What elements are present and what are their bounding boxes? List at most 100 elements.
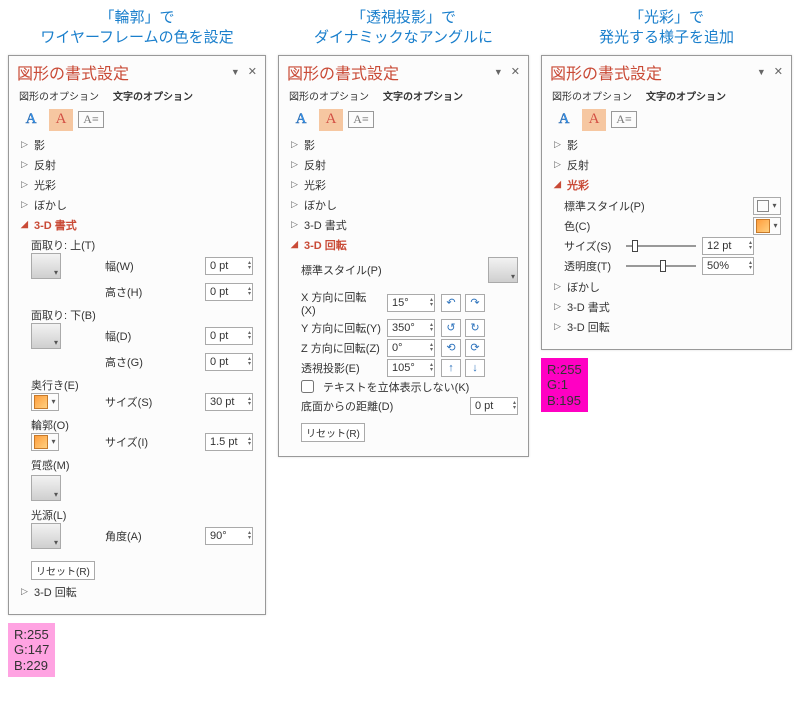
panel-close-icon[interactable]: ✕	[248, 65, 257, 78]
glow-size-slider[interactable]	[626, 239, 696, 253]
panel-title: 図形の書式設定	[17, 60, 129, 84]
panel-menu-icon[interactable]: ▼	[231, 67, 240, 77]
section-reflection[interactable]: ▷反射	[21, 157, 255, 173]
panel-menu-icon[interactable]: ▼	[757, 67, 766, 77]
perspective-label: 透視投影(E)	[301, 360, 381, 376]
width-d-label: 幅(D)	[105, 328, 155, 344]
section-glow[interactable]: ▷光彩	[291, 177, 518, 193]
rot-x-right-icon[interactable]: ↷	[465, 294, 485, 312]
perspective-value[interactable]: 105°▴▾	[387, 359, 435, 377]
section-glow[interactable]: ▷光彩	[21, 177, 255, 193]
distance-label: 底面からの距離(D)	[301, 398, 393, 414]
section-3d-format-collapsed[interactable]: ▷3-D 書式	[554, 299, 781, 315]
reset-button[interactable]: リセット(R)	[301, 423, 365, 442]
outline-size[interactable]: 1.5 pt▴▾	[205, 433, 253, 451]
bevel-top-width[interactable]: 0 pt▴▾	[205, 257, 253, 275]
tab-shape-options[interactable]: 図形のオプション	[19, 88, 99, 103]
bevel-bottom-width[interactable]: 0 pt▴▾	[205, 327, 253, 345]
glow-transparency-value[interactable]: 50%▴▾	[702, 257, 754, 275]
preset-style-swatch[interactable]	[488, 257, 518, 283]
reset-button[interactable]: リセット(R)	[31, 561, 95, 580]
panel-close-icon[interactable]: ✕	[511, 65, 520, 78]
section-shadow[interactable]: ▷影	[21, 137, 255, 153]
tab-text-options[interactable]: 文字のオプション	[113, 88, 193, 103]
keep-text-flat-label[interactable]: テキストを立体表示しない(K)	[323, 379, 469, 395]
material-swatch[interactable]	[31, 475, 61, 501]
bevel-top-label: 面取り: 上(T)	[31, 237, 95, 253]
section-blur[interactable]: ▷ぼかし	[21, 197, 255, 213]
glow-pre-label: 標準スタイル(P)	[564, 198, 645, 214]
rot-z-cw-icon[interactable]: ⟲	[441, 339, 461, 357]
format-panel-3drotation: 図形の書式設定 ▼ ✕ 図形のオプション 文字のオプション A A A≡ ▷影 …	[278, 55, 529, 457]
bevel-bottom-height[interactable]: 0 pt▴▾	[205, 353, 253, 371]
glow-size-value[interactable]: 12 pt▴▾	[702, 237, 754, 255]
text-box-icon[interactable]: A≡	[612, 109, 636, 131]
text-fill-icon[interactable]: A	[552, 109, 576, 131]
section-blur[interactable]: ▷ぼかし	[291, 197, 518, 213]
glow-preset-dropdown[interactable]	[753, 197, 781, 215]
panel-close-icon[interactable]: ✕	[774, 65, 783, 78]
outline-color[interactable]	[31, 433, 59, 451]
outline-label: 輪郭(O)	[31, 417, 69, 433]
section-3d-rotation-header[interactable]: ◢3-D 回転	[291, 237, 518, 253]
section-glow-header[interactable]: ◢光彩	[554, 177, 781, 193]
bevel-top-height[interactable]: 0 pt▴▾	[205, 283, 253, 301]
lighting-angle[interactable]: 90°▴▾	[205, 527, 253, 545]
text-fill-icon[interactable]: A	[289, 109, 313, 131]
x-rotation-value[interactable]: 15°▴▾	[387, 294, 435, 312]
rot-y-down-icon[interactable]: ↻	[465, 319, 485, 337]
size-i-label: サイズ(I)	[105, 434, 155, 450]
section-blur[interactable]: ▷ぼかし	[554, 279, 781, 295]
tab-shape-options[interactable]: 図形のオプション	[552, 88, 632, 103]
section-shadow[interactable]: ▷影	[554, 137, 781, 153]
section-reflection[interactable]: ▷反射	[291, 157, 518, 173]
panel-menu-icon[interactable]: ▼	[494, 67, 503, 77]
text-effects-icon[interactable]: A	[319, 109, 343, 131]
text-effects-icon[interactable]: A	[49, 109, 73, 131]
section-3d-format-header[interactable]: ◢3-D 書式	[21, 217, 255, 233]
category-icons: A A A≡	[289, 109, 518, 131]
persp-down-icon[interactable]: ↓	[465, 359, 485, 377]
glow-transparency-slider[interactable]	[626, 259, 696, 273]
preset-style-label: 標準スタイル(P)	[301, 262, 382, 278]
section-reflection[interactable]: ▷反射	[554, 157, 781, 173]
bevel-bottom-label: 面取り: 下(B)	[31, 307, 96, 323]
section-3d-rotation-collapsed[interactable]: ▷3-D 回転	[554, 319, 781, 335]
tab-text-options[interactable]: 文字のオプション	[383, 88, 463, 103]
tab-shape-options[interactable]: 図形のオプション	[289, 88, 369, 103]
y-rotation-value[interactable]: 350°▴▾	[387, 319, 435, 337]
z-rotation-value[interactable]: 0°▴▾	[387, 339, 435, 357]
height-g-label: 高さ(G)	[105, 354, 155, 370]
tab-text-options[interactable]: 文字のオプション	[646, 88, 726, 103]
text-box-icon[interactable]: A≡	[349, 109, 373, 131]
panel-title-row: 図形の書式設定 ▼ ✕	[287, 60, 520, 84]
bevel-bottom-swatch[interactable]	[31, 323, 61, 349]
caption-1: 「輪郭」でワイヤーフレームの色を設定	[40, 8, 233, 49]
rot-z-ccw-icon[interactable]: ⟳	[465, 339, 485, 357]
format-panel-3dformat: 図形の書式設定 ▼ ✕ 図形のオプション 文字のオプション A A A≡ ▷影 …	[8, 55, 266, 615]
depth-color[interactable]	[31, 393, 59, 411]
column-3: 「光彩」で発光する様子を追加 図形の書式設定 ▼ ✕ 図形のオプション 文字のオ…	[541, 8, 792, 412]
glow-color-dropdown[interactable]	[753, 217, 781, 235]
bevel-top-swatch[interactable]	[31, 253, 61, 279]
section-shadow[interactable]: ▷影	[291, 137, 518, 153]
text-fill-icon[interactable]: A	[19, 109, 43, 131]
depth-size[interactable]: 30 pt▴▾	[205, 393, 253, 411]
width-w-label: 幅(W)	[105, 258, 155, 274]
section-3d-format-collapsed[interactable]: ▷3-D 書式	[291, 217, 518, 233]
rot-y-up-icon[interactable]: ↺	[441, 319, 461, 337]
keep-text-flat-checkbox[interactable]	[301, 380, 314, 393]
persp-up-icon[interactable]: ↑	[441, 359, 461, 377]
section-3d-rotation-collapsed[interactable]: ▷3-D 回転	[21, 584, 255, 600]
rot-x-left-icon[interactable]: ↶	[441, 294, 461, 312]
lighting-swatch[interactable]	[31, 523, 61, 549]
glow-size-label: サイズ(S)	[564, 238, 620, 254]
distance-value[interactable]: 0 pt▴▾	[470, 397, 518, 415]
three-column-layout: 「輪郭」でワイヤーフレームの色を設定 図形の書式設定 ▼ ✕ 図形のオプション …	[8, 8, 792, 677]
text-box-icon[interactable]: A≡	[79, 109, 103, 131]
caption-3: 「光彩」で発光する様子を追加	[599, 8, 734, 49]
depth-label: 奥行き(E)	[31, 377, 79, 393]
panel-title-row: 図形の書式設定 ▼ ✕	[550, 60, 783, 84]
z-rotation-label: Z 方向に回転(Z)	[301, 340, 381, 356]
text-effects-icon[interactable]: A	[582, 109, 606, 131]
